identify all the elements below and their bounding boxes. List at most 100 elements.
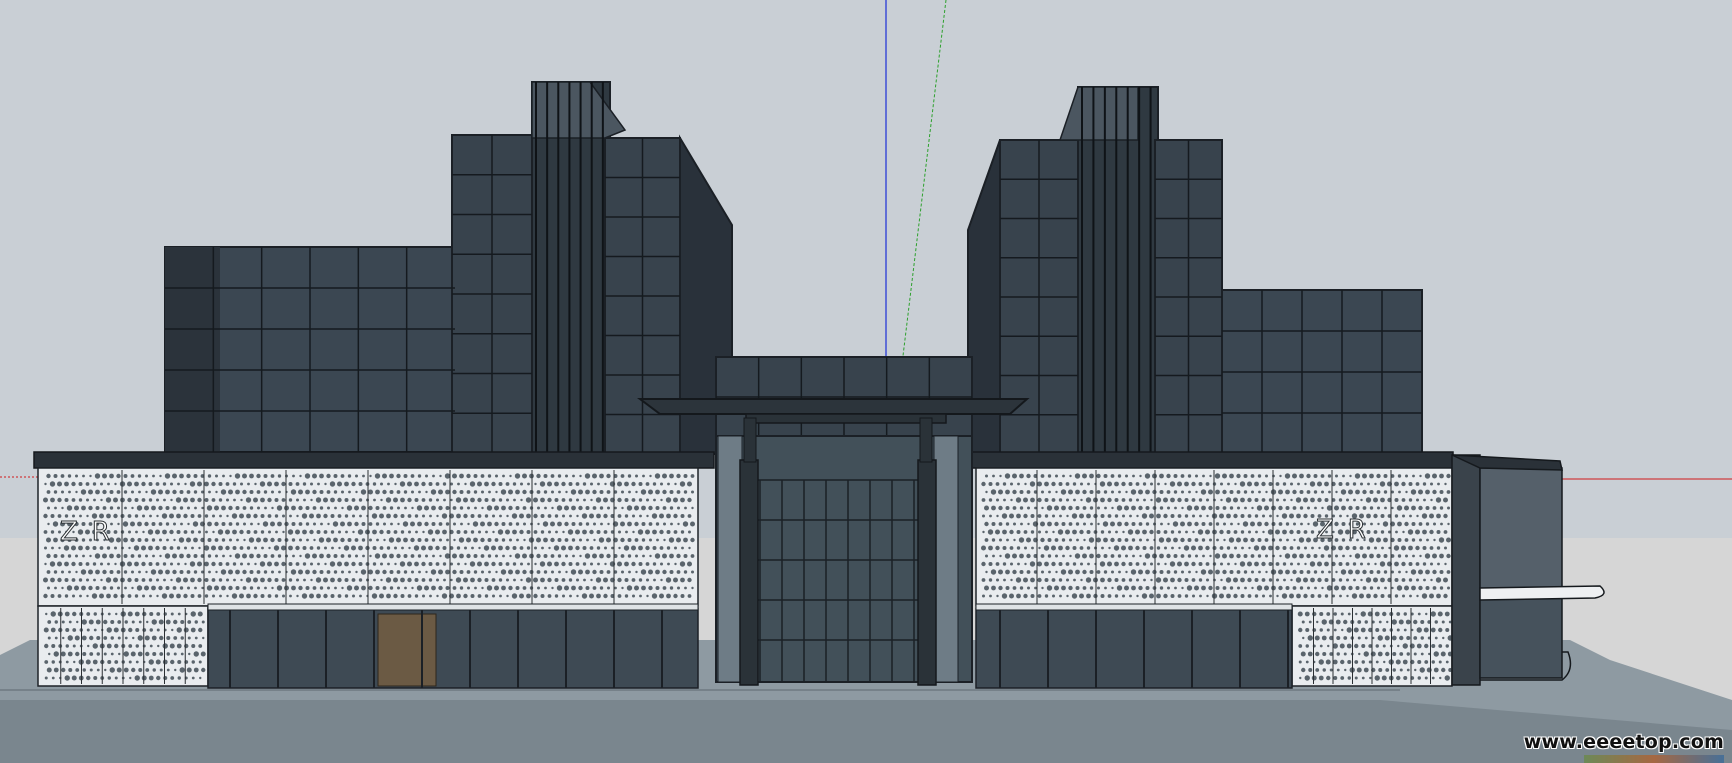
perforation-dot [86,612,91,616]
perforation-dot [64,481,69,487]
perforation-dot [65,628,70,632]
perforation-dot [655,569,660,575]
perforation-dot [1195,474,1198,478]
perforation-dot [136,585,143,591]
perforation-dot [71,675,77,681]
perforation-dot [1377,651,1383,657]
perforation-dot [498,562,503,566]
perforation-dot [1069,474,1072,478]
perforation-dot [344,498,349,502]
perforation-dot [1324,578,1329,582]
perforation-dot [1220,498,1223,502]
perforation-dot [554,481,559,487]
perforation-dot [1247,481,1252,487]
perforation-dot [247,482,250,486]
perforation-dot [638,562,643,566]
perforation-dot [1282,529,1287,535]
perforation-dot [1155,577,1162,583]
perforation-dot [131,667,136,673]
perforation-dot [102,506,107,510]
perforation-dot [1005,569,1010,575]
perforation-dot [1363,667,1369,673]
perforation-dot [627,521,632,527]
entrance-pillar-left[interactable] [739,459,759,686]
entrance-pillar-right-top [919,417,933,463]
sketchup-viewport[interactable]: ZR ZR www.eeeetop.com [0,0,1732,763]
perforation-dot [151,585,156,591]
perforation-dot [271,490,274,494]
perforation-dot [67,635,73,641]
perforation-dot [568,562,573,566]
perforation-dot [491,545,496,551]
perforation-dot [354,585,359,591]
perforation-dot [1107,481,1112,487]
perforation-dot [1307,586,1310,590]
entrance-pillar-right[interactable] [917,459,937,686]
perforation-dot [207,538,212,542]
perforation-dot [379,593,384,599]
perforation-dot [417,521,422,527]
perforation-dot [159,538,162,542]
perforation-dot [1362,489,1367,495]
perforation-dot [148,482,153,486]
perforation-dot [102,586,107,590]
perforation-dot [495,474,498,478]
perforation-dot [599,473,604,479]
perforation-dot [1012,506,1017,510]
perforation-dot [1117,538,1122,542]
perforation-dot [247,562,250,566]
model-scene[interactable]: ZR ZR [0,0,1732,763]
perforation-dot [1435,577,1442,583]
perforation-dot [1027,506,1030,510]
perforation-dot [180,652,184,656]
perforation-dot [589,529,594,535]
perforation-dot [455,497,462,503]
perforation-dot [386,593,391,599]
perforation-dot [431,585,436,591]
perforation-dot [1125,554,1128,558]
perforation-dot [666,530,671,534]
perforation-dot [127,514,132,518]
perforation-dot [1359,593,1364,599]
perforation-dot [319,490,324,494]
perforation-dot [198,627,203,633]
perforation-dot [544,586,547,590]
perforation-dot [89,668,93,672]
perforation-dot [162,562,167,566]
perforation-dot [1303,530,1308,534]
perforation-dot [375,569,380,575]
perforation-dot [1380,497,1385,503]
perforation-dot [537,522,540,526]
perforation-dot [501,522,506,526]
perforation-dot [1361,676,1365,680]
perforation-dot [47,586,50,590]
perforation-dot [1403,612,1407,616]
perforation-dot [592,489,597,495]
perforation-dot [228,522,233,526]
perforation-dot [130,521,135,527]
perforation-dot [1169,481,1176,487]
perforation-dot [543,537,548,543]
perforation-dot [628,570,631,574]
perforation-dot [522,586,527,590]
perforation-dot [207,474,212,478]
perforation-dot [128,644,133,648]
perforation-dot [1437,482,1440,486]
perforation-dot [598,537,605,543]
perforation-dot [1023,577,1028,583]
perforation-dot [1306,490,1311,494]
perforation-dot [631,578,636,582]
perforation-dot [498,482,503,486]
perforation-dot [1355,586,1360,590]
perforation-dot [407,561,412,567]
perforation-dot [145,474,148,478]
perforation-dot [477,577,482,583]
perforation-dot [1355,612,1358,616]
perforation-dot [1114,561,1119,567]
perforation-dot [1438,644,1443,648]
storefront-canopy-left [207,603,699,611]
perforation-dot [1080,482,1083,486]
perforation-dot [1114,481,1119,487]
perforation-dot [1313,490,1318,494]
perforation-dot [1265,570,1268,574]
